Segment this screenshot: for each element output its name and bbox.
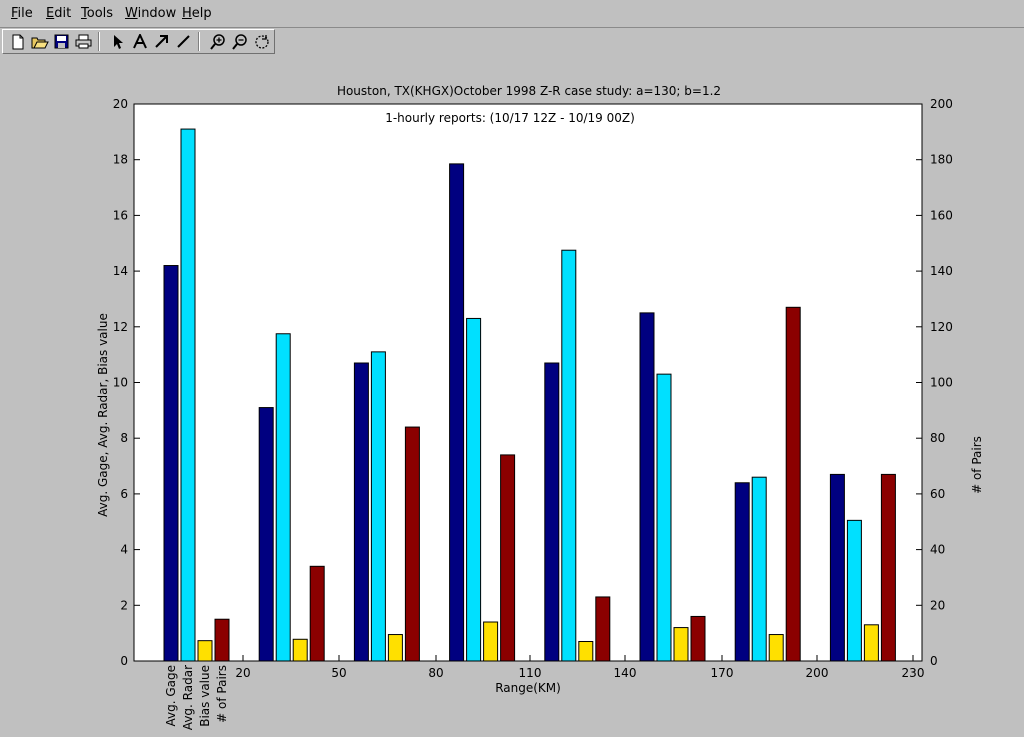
series-category-label: Avg. Gage	[164, 665, 178, 727]
bar	[258, 407, 274, 662]
bar	[880, 473, 896, 662]
x-tick-label: 140	[614, 666, 637, 680]
y-tick-label: 2	[120, 598, 128, 612]
y-axis-label-right: # of Pairs	[970, 436, 984, 494]
bar	[466, 317, 482, 662]
y-tick-label: 14	[113, 264, 128, 278]
y-tick-label: 6	[120, 487, 128, 501]
chart-subtitle: 1-hourly reports: (10/17 12Z - 10/19 00Z…	[385, 111, 635, 125]
bar	[639, 312, 655, 662]
bar	[180, 128, 196, 662]
bar	[353, 362, 369, 662]
y-right-tick-label: 0	[930, 654, 938, 668]
bar	[500, 454, 516, 662]
bar	[829, 473, 845, 662]
series-category-label: # of Pairs	[215, 665, 229, 723]
y-tick-label: 16	[113, 208, 128, 222]
bar	[734, 482, 750, 662]
x-tick-label: 170	[711, 666, 734, 680]
y-tick-label: 18	[113, 153, 128, 167]
y-right-tick-label: 200	[930, 97, 953, 111]
y-right-tick-label: 160	[930, 208, 953, 222]
series-category-label: Avg. Radar	[181, 665, 195, 730]
plot-area	[133, 103, 923, 662]
y-tick-label: 0	[120, 654, 128, 668]
y-tick-label: 4	[120, 543, 128, 557]
bar	[544, 362, 560, 662]
bar	[656, 373, 672, 662]
x-tick-label: 50	[331, 666, 346, 680]
y-right-tick-label: 140	[930, 264, 953, 278]
x-axis-label: Range(KM)	[495, 681, 561, 695]
x-tick-label: 110	[519, 666, 542, 680]
x-tick-label: 20	[235, 666, 250, 680]
bar	[214, 618, 230, 662]
bar	[309, 565, 325, 662]
bar	[483, 621, 499, 662]
bar	[275, 333, 291, 662]
bar	[785, 306, 801, 662]
y-tick-label: 20	[113, 97, 128, 111]
y-right-tick-label: 80	[930, 431, 945, 445]
bar	[578, 641, 594, 662]
bar	[370, 351, 386, 662]
bar	[673, 627, 689, 662]
bar	[846, 519, 862, 662]
y-tick-label: 8	[120, 431, 128, 445]
y-right-tick-label: 20	[930, 598, 945, 612]
y-axis-label: Avg. Gage, Avg. Radar, Bias value	[96, 313, 110, 517]
bar	[163, 265, 179, 662]
chart-title: Houston, TX(KHGX)October 1998 Z-R case s…	[337, 84, 721, 98]
bar	[561, 249, 577, 662]
bar	[387, 634, 403, 662]
bar	[292, 638, 308, 662]
x-tick-label: 200	[806, 666, 829, 680]
y-right-tick-label: 180	[930, 153, 953, 167]
x-tick-label: 80	[428, 666, 443, 680]
bar-chart: Houston, TX(KHGX)October 1998 Z-R case s…	[96, 84, 984, 730]
x-tick-label: 230	[902, 666, 925, 680]
y-right-tick-label: 40	[930, 543, 945, 557]
series-category-label: Bias value	[198, 665, 212, 727]
y-tick-label: 10	[113, 376, 128, 390]
bar	[768, 634, 784, 662]
bar	[690, 615, 706, 662]
bar	[404, 426, 420, 662]
y-right-tick-label: 120	[930, 320, 953, 334]
y-tick-label: 12	[113, 320, 128, 334]
y-right-tick-label: 100	[930, 376, 953, 390]
bar	[863, 624, 879, 662]
y-right-tick-label: 60	[930, 487, 945, 501]
bar	[197, 640, 213, 662]
bar	[449, 163, 465, 662]
bar	[751, 476, 767, 662]
bar	[595, 596, 611, 662]
